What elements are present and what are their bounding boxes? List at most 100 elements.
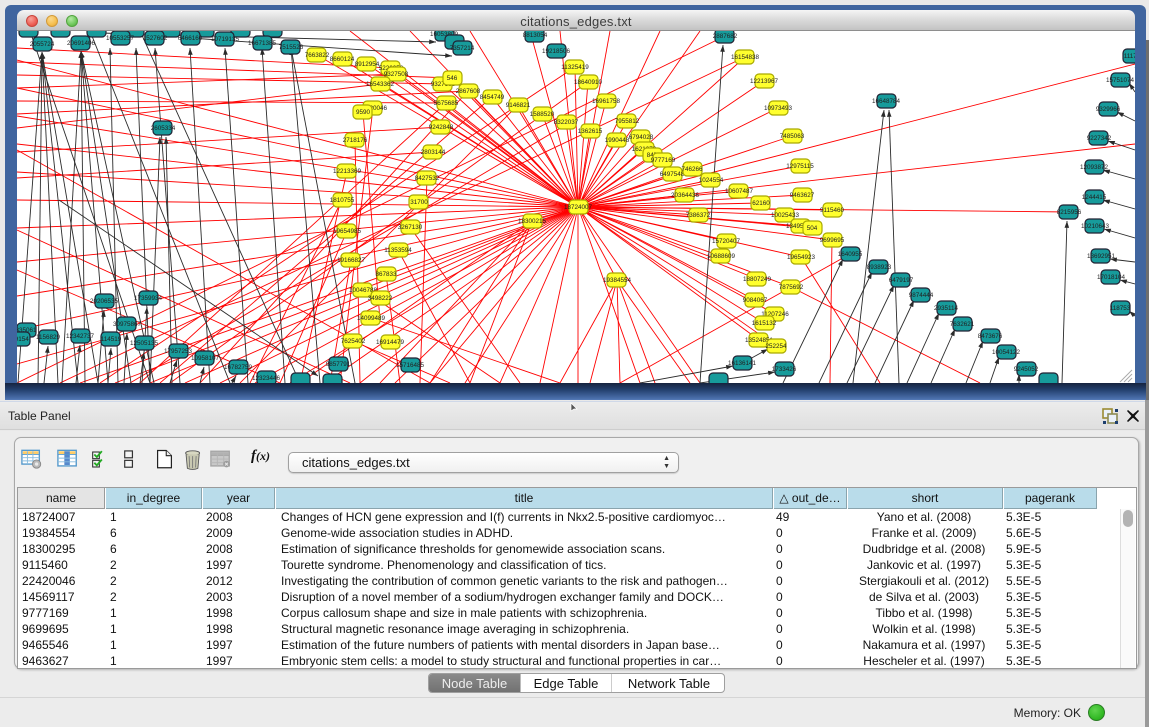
svg-text:20691406: 20691406 [67, 40, 96, 47]
svg-text:746266: 746266 [681, 166, 703, 173]
svg-text:16671385: 16671385 [248, 40, 277, 47]
svg-text:17957253: 17957253 [164, 348, 193, 355]
svg-text:8454749: 8454749 [480, 94, 505, 101]
svg-text:1615132: 1615132 [752, 320, 777, 327]
svg-text:19654923: 19654923 [787, 254, 816, 261]
svg-text:16543362: 16543362 [366, 81, 395, 88]
svg-text:16782759: 16782759 [224, 364, 253, 371]
svg-text:8813054: 8813054 [523, 32, 548, 39]
svg-text:17018104: 17018104 [1097, 274, 1126, 281]
svg-text:9777169: 9777169 [651, 157, 676, 164]
svg-text:1156829: 1156829 [36, 334, 61, 341]
svg-text:1362615: 1362615 [578, 128, 603, 135]
svg-text:7955812: 7955812 [615, 118, 640, 125]
svg-text:7625402: 7625402 [341, 338, 366, 345]
svg-text:20364436: 20364436 [671, 192, 700, 199]
svg-text:62160: 62160 [752, 200, 770, 207]
svg-text:6479197: 6479197 [889, 277, 914, 284]
svg-text:16136141: 16136141 [728, 360, 757, 367]
svg-text:9699695: 9699695 [820, 237, 845, 244]
svg-text:2718176: 2718176 [343, 137, 368, 144]
svg-text:11172: 11172 [1124, 53, 1135, 60]
svg-text:19218506: 19218506 [542, 48, 571, 55]
svg-text:13692951: 13692951 [1087, 253, 1116, 260]
svg-text:118753: 118753 [1110, 305, 1131, 312]
svg-text:10688609: 10688609 [707, 253, 736, 260]
svg-text:9242848: 9242848 [429, 124, 454, 131]
svg-text:18300215: 18300215 [518, 218, 547, 225]
svg-text:12505135: 12505135 [130, 340, 159, 347]
svg-text:1024554: 1024554 [699, 177, 724, 184]
svg-text:8938923: 8938923 [867, 264, 892, 271]
svg-text:10719135: 10719135 [211, 36, 240, 43]
svg-text:7357214: 7357214 [450, 45, 475, 52]
svg-text:16648784: 16648784 [872, 98, 901, 105]
svg-text:2867608: 2867608 [456, 88, 481, 95]
svg-text:17359934: 17359934 [134, 295, 163, 302]
svg-text:8215956: 8215956 [1057, 209, 1082, 216]
svg-text:9146821: 9146821 [506, 102, 531, 109]
svg-text:2055724: 2055724 [30, 41, 55, 48]
svg-text:8427532: 8427532 [415, 175, 440, 182]
svg-text:20206535: 20206535 [90, 298, 119, 305]
svg-text:9227342: 9227342 [1087, 135, 1112, 142]
svg-text:252254: 252254 [765, 343, 787, 350]
svg-text:39154: 39154 [17, 336, 29, 343]
svg-text:12213967: 12213967 [750, 78, 779, 85]
svg-text:18807249: 18807249 [743, 276, 772, 283]
svg-text:15716485: 15716485 [396, 362, 425, 369]
svg-text:16961758: 16961758 [592, 98, 621, 105]
svg-text:7485063: 7485063 [780, 133, 805, 140]
svg-text:16154838: 16154838 [731, 54, 760, 61]
svg-text:8912954: 8912954 [355, 61, 380, 68]
svg-text:7663822: 7663822 [305, 52, 330, 59]
svg-text:9857791: 9857791 [326, 361, 351, 368]
svg-text:7515526: 7515526 [279, 44, 304, 51]
svg-text:15751074: 15751074 [1106, 77, 1135, 84]
svg-text:9245052: 9245052 [1014, 366, 1039, 373]
svg-text:9590: 9590 [356, 109, 371, 116]
svg-text:7386372: 7386372 [686, 212, 711, 219]
svg-text:1588520: 1588520 [530, 111, 555, 118]
svg-text:9084067: 9084067 [743, 297, 768, 304]
svg-text:504: 504 [807, 225, 818, 232]
svg-text:11353594: 11353594 [384, 247, 412, 254]
svg-text:2803144: 2803144 [421, 149, 446, 156]
svg-text:3498222: 3498222 [368, 295, 393, 302]
svg-text:6794028: 6794028 [629, 134, 654, 141]
svg-text:18640910: 18640910 [574, 79, 603, 86]
svg-text:30975867: 30975867 [113, 321, 142, 328]
svg-text:16914479: 16914479 [376, 339, 405, 346]
svg-text:18724007: 18724007 [564, 204, 593, 211]
svg-text:546: 546 [447, 75, 458, 82]
svg-text:7632621: 7632621 [950, 321, 975, 328]
svg-text:7875692: 7875692 [779, 284, 804, 291]
svg-text:10054122: 10054122 [992, 349, 1021, 356]
svg-text:10553257: 10553257 [106, 35, 135, 42]
svg-text:11325419: 11325419 [561, 64, 589, 71]
svg-text:19166827: 19166827 [337, 257, 366, 264]
svg-text:31700: 31700 [410, 199, 428, 206]
svg-text:1810755: 1810755 [330, 197, 355, 204]
svg-text:12093872: 12093872 [1080, 164, 1109, 171]
svg-text:10025433: 10025433 [771, 212, 800, 219]
svg-text:9874444: 9874444 [909, 292, 934, 299]
svg-text:1990448: 1990448 [605, 137, 630, 144]
svg-text:114519: 114519 [101, 336, 122, 343]
svg-text:1527602: 1527602 [143, 35, 168, 42]
svg-text:1733426: 1733426 [772, 366, 797, 373]
svg-text:6466160: 6466160 [178, 35, 203, 42]
svg-text:9463627: 9463627 [790, 192, 815, 199]
svg-text:10607487: 10607487 [725, 188, 754, 195]
svg-text:2887682: 2887682 [713, 33, 738, 40]
svg-text:3267130: 3267130 [398, 224, 423, 231]
svg-text:2935114: 2935114 [934, 305, 959, 312]
svg-text:9329966: 9329966 [1096, 106, 1121, 113]
svg-text:14099489: 14099489 [357, 315, 386, 322]
svg-text:12342737: 12342737 [66, 333, 95, 340]
svg-text:15720407: 15720407 [712, 238, 741, 245]
svg-text:8322037: 8322037 [554, 119, 579, 126]
svg-text:10973493: 10973493 [764, 105, 793, 112]
svg-text:12213369: 12213369 [333, 168, 362, 175]
svg-text:19384554: 19384554 [603, 277, 632, 284]
